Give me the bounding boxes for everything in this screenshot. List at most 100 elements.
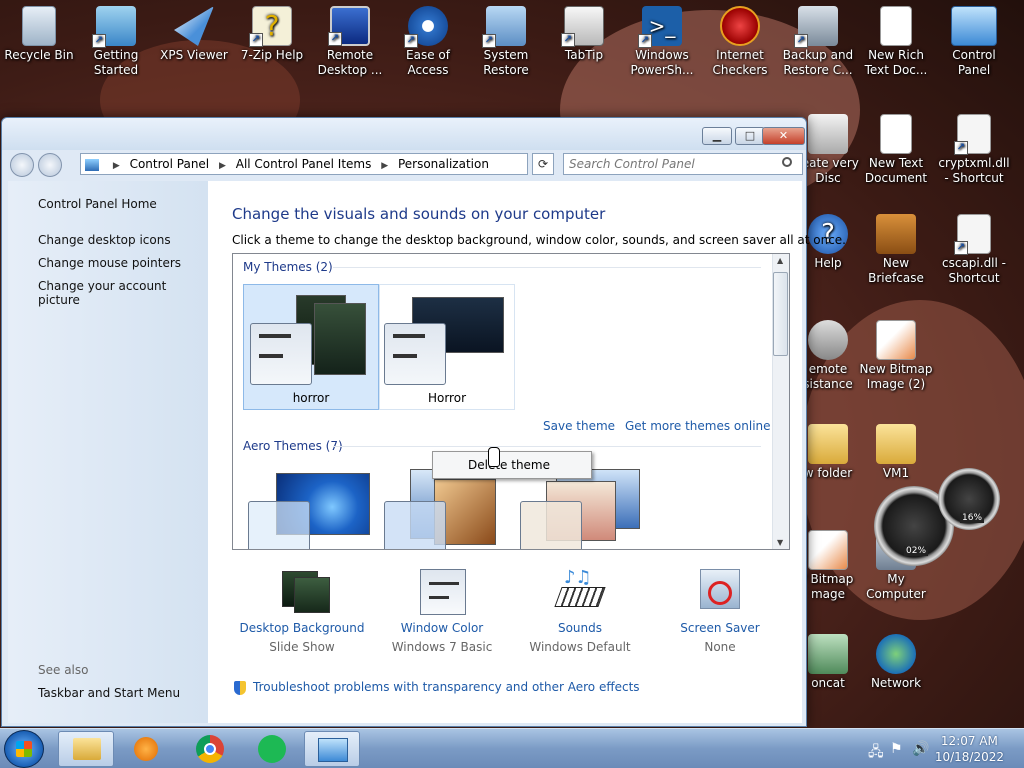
breadcrumb-separator: ▶ — [112, 161, 120, 171]
desktop-icon-control-panel[interactable]: Control Panel — [936, 2, 1012, 78]
shield-icon — [234, 681, 246, 695]
taskbar-chrome[interactable] — [182, 731, 238, 767]
themes-scrollbar[interactable]: ▲ ▼ — [772, 254, 789, 549]
theme-tile-horror[interactable]: horror — [243, 284, 379, 410]
breadcrumb-control-panel[interactable]: Control Panel — [130, 157, 210, 171]
scroll-down-arrow[interactable]: ▼ — [777, 538, 783, 547]
desktop-icon-briefcase[interactable]: New Briefcase — [858, 210, 934, 286]
dll-shortcut-icon: ↗ — [954, 114, 991, 155]
system-restore-icon: ↗ — [482, 6, 526, 48]
save-theme-link[interactable]: Save theme — [543, 419, 615, 433]
theme-name: horror — [292, 391, 330, 405]
spotify-icon — [258, 735, 286, 763]
dll-shortcut-icon: ↗ — [954, 214, 991, 255]
get-more-themes-link[interactable]: Get more themes online — [625, 419, 771, 433]
theme-tile-windows-7[interactable] — [243, 464, 379, 549]
media-player-icon — [134, 737, 158, 761]
help-file-icon: ? ↗ — [249, 6, 292, 47]
page-title: Change the visuals and sounds on your co… — [232, 205, 606, 223]
theme-thumbnail-window — [384, 323, 446, 385]
taskbar: 🖧 ⚑ 🔊 12:07 AM 10/18/2022 — [0, 728, 1024, 768]
recovery-disc-icon — [808, 114, 848, 154]
back-button[interactable] — [10, 153, 34, 177]
taskbar-media-player[interactable] — [118, 731, 174, 767]
context-menu: Delete theme — [432, 451, 592, 479]
taskbar-control-panel[interactable] — [304, 731, 360, 767]
thumbnail-bar — [393, 334, 425, 338]
screen-saver-setting[interactable]: Screen Saver None — [650, 567, 790, 654]
desktop-icon-internet-checkers[interactable]: Internet Checkers — [702, 2, 778, 78]
desktop-background-setting[interactable]: Desktop Background Slide Show — [232, 567, 372, 654]
desktop-icon-getting-started[interactable]: ↗ Getting Started — [78, 2, 154, 78]
desktop-icon-bitmap-2[interactable]: New Bitmap Image (2) — [858, 316, 934, 392]
window-color-setting[interactable]: Window Color Windows 7 Basic — [372, 567, 512, 654]
user-folder-icon — [876, 424, 916, 464]
troubleshoot-link[interactable]: Troubleshoot problems with transparency … — [253, 680, 640, 694]
text-document-icon — [880, 114, 912, 154]
tabtip-icon: ↗ — [561, 6, 604, 47]
taskbar-start-menu-link[interactable]: Taskbar and Start Menu — [38, 686, 180, 700]
desktop-icon-tabtip[interactable]: ↗ TabTip — [546, 2, 622, 63]
scrollbar-thumb[interactable] — [773, 272, 788, 356]
desktop-icon-network[interactable]: Network — [858, 630, 934, 691]
control-panel-icon — [951, 6, 997, 46]
cpu-gauge-value: 02% — [904, 546, 929, 556]
change-mouse-pointers-link[interactable]: Change mouse pointers — [38, 256, 181, 270]
breadcrumb-all-items[interactable]: All Control Panel Items — [236, 157, 372, 171]
breadcrumb-personalization[interactable]: Personalization — [398, 157, 489, 171]
desktop-icon-rich-text-doc[interactable]: New Rich Text Doc... — [858, 2, 934, 78]
internet-checkers-icon — [720, 6, 760, 46]
desktop-icon-recycle-bin[interactable]: Recycle Bin — [1, 2, 77, 63]
search-input[interactable]: Search Control Panel — [563, 153, 803, 175]
see-also-title: See also — [38, 663, 89, 677]
network-tray-icon[interactable]: 🖧 — [868, 741, 884, 765]
scroll-up-arrow[interactable]: ▲ — [777, 256, 783, 265]
remote-desktop-icon: ↗ — [328, 6, 370, 46]
desktop-icon-system-restore[interactable]: ↗ System Restore — [468, 2, 544, 78]
desktop-icon-7zip-help[interactable]: ? ↗ 7-Zip Help — [234, 2, 310, 63]
desktop-icon-powershell[interactable]: >_ ↗ Windows PowerSh... — [624, 2, 700, 78]
themes-list[interactable]: My Themes (2) horror Horror Save theme G… — [232, 253, 790, 550]
minimize-button[interactable]: ▁ — [702, 127, 732, 145]
desktop-icon-vm1[interactable]: VM1 — [858, 420, 934, 481]
sounds-setting[interactable]: ♪♫ Sounds Windows Default — [510, 567, 650, 654]
breadcrumb-separator: ▶ — [381, 161, 389, 171]
change-desktop-icons-link[interactable]: Change desktop icons — [38, 233, 171, 247]
control-panel-home-link[interactable]: Control Panel Home — [38, 197, 157, 211]
sounds-value: Windows Default — [529, 640, 631, 654]
desktop-icon-cscapi[interactable]: ↗ cscapi.dll - Shortcut — [936, 210, 1012, 286]
windows-logo-icon — [16, 741, 32, 757]
start-button[interactable] — [4, 730, 44, 768]
desktop-icon-new-text-doc[interactable]: New Text Document — [858, 110, 934, 186]
theme-thumbnail-window — [250, 323, 312, 385]
refresh-button[interactable]: ⟳ — [532, 153, 554, 175]
network-icon — [876, 634, 916, 674]
desktop-icon-ease-of-access[interactable]: ↗ Ease of Access — [390, 2, 466, 78]
theme-thumbnail-window — [384, 501, 446, 549]
system-tray: 🖧 ⚑ 🔊 12:07 AM 10/18/2022 — [862, 729, 1024, 768]
desktop-icon-xps-viewer[interactable]: XPS Viewer — [156, 2, 232, 63]
theme-tile-horror-2[interactable]: Horror — [379, 284, 515, 410]
desktop-background-value: Slide Show — [269, 640, 335, 654]
bitmap-image-icon — [876, 320, 916, 360]
memory-gauge-value: 16% — [960, 513, 985, 523]
close-button[interactable]: ✕ — [762, 127, 805, 145]
flag-tray-icon[interactable]: ⚑ — [890, 741, 903, 757]
desktop-icon-backup-restore[interactable]: ↗ Backup and Restore C... — [780, 2, 856, 78]
desktop-icon-cryptxml[interactable]: ↗ cryptxml.dll - Shortcut — [936, 110, 1012, 186]
clock-date: 10/18/2022 — [934, 750, 1004, 764]
desktop-icon-remote-desktop[interactable]: ↗ Remote Desktop ... — [312, 2, 388, 78]
folder-icon — [73, 738, 101, 760]
taskbar-spotify[interactable] — [244, 731, 300, 767]
window-titlebar[interactable] — [2, 118, 806, 150]
personalization-window: ▁ □ ✕ ▶ Control Panel ▶ All Control Pane… — [1, 117, 846, 727]
volume-tray-icon[interactable]: 🔊 — [912, 741, 929, 757]
clock[interactable]: 12:07 AM 10/18/2022 — [935, 733, 1004, 765]
forward-button[interactable] — [38, 153, 62, 177]
delete-theme-menu-item[interactable]: Delete theme — [468, 458, 550, 472]
hand-cursor-icon — [488, 447, 500, 467]
address-bar[interactable]: ▶ Control Panel ▶ All Control Panel Item… — [80, 153, 528, 175]
taskbar-windows-explorer[interactable] — [58, 731, 114, 767]
change-account-picture-link[interactable]: Change your account picture — [38, 279, 208, 307]
maximize-button[interactable]: □ — [735, 127, 765, 145]
